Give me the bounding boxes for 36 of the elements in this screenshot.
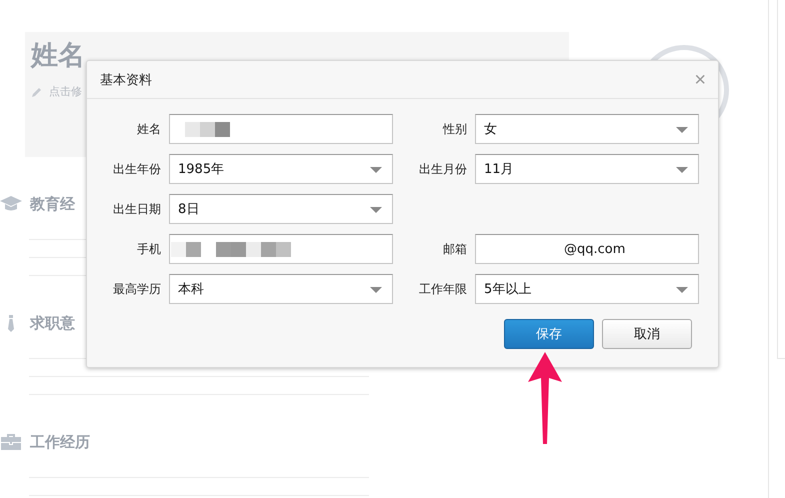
caret-icon (370, 287, 382, 293)
field-label: 姓名 (136, 120, 161, 138)
profile-name: 姓名 (31, 39, 86, 73)
save-button[interactable]: 保存 (504, 319, 594, 349)
caret-icon (676, 127, 688, 133)
dropdown[interactable]: 本科 (169, 274, 393, 304)
field-label: 出生日期 (112, 200, 161, 218)
arrow-icon (528, 352, 562, 444)
tie-icon (8, 314, 14, 332)
field-label: 工作年限 (418, 280, 467, 298)
dropdown[interactable]: 5年以上 (475, 274, 699, 304)
caret-icon (676, 287, 688, 293)
caret-icon (676, 167, 688, 173)
field-label: 邮箱 (442, 240, 467, 258)
field-label: 出生月份 (418, 160, 467, 178)
caret-icon (370, 207, 382, 213)
pencil-icon (31, 86, 43, 98)
graduation-cap-icon (0, 196, 22, 212)
briefcase-icon (0, 434, 22, 450)
section-title: 求职意 (30, 314, 75, 332)
section-title: 工作经历 (30, 432, 90, 452)
field-label: 出生年份 (112, 160, 161, 178)
section-title: 教育经 (30, 194, 75, 214)
dropdown[interactable]: 11月 (475, 154, 699, 184)
dialog-title: 基本资料 (100, 72, 152, 88)
cancel-button[interactable]: 取消 (602, 319, 692, 349)
dropdown[interactable]: 1985年 (169, 154, 393, 184)
field-label: 手机 (136, 240, 161, 258)
caret-icon (370, 167, 382, 173)
input-field[interactable]: @qq.com (475, 234, 699, 264)
dropdown[interactable]: 女 (475, 114, 699, 144)
input-field[interactable] (169, 114, 393, 144)
field-label: 性别 (442, 120, 467, 138)
dropdown[interactable]: 8日 (169, 194, 393, 224)
input-field[interactable] (169, 234, 393, 264)
field-label: 最高学历 (112, 280, 161, 298)
